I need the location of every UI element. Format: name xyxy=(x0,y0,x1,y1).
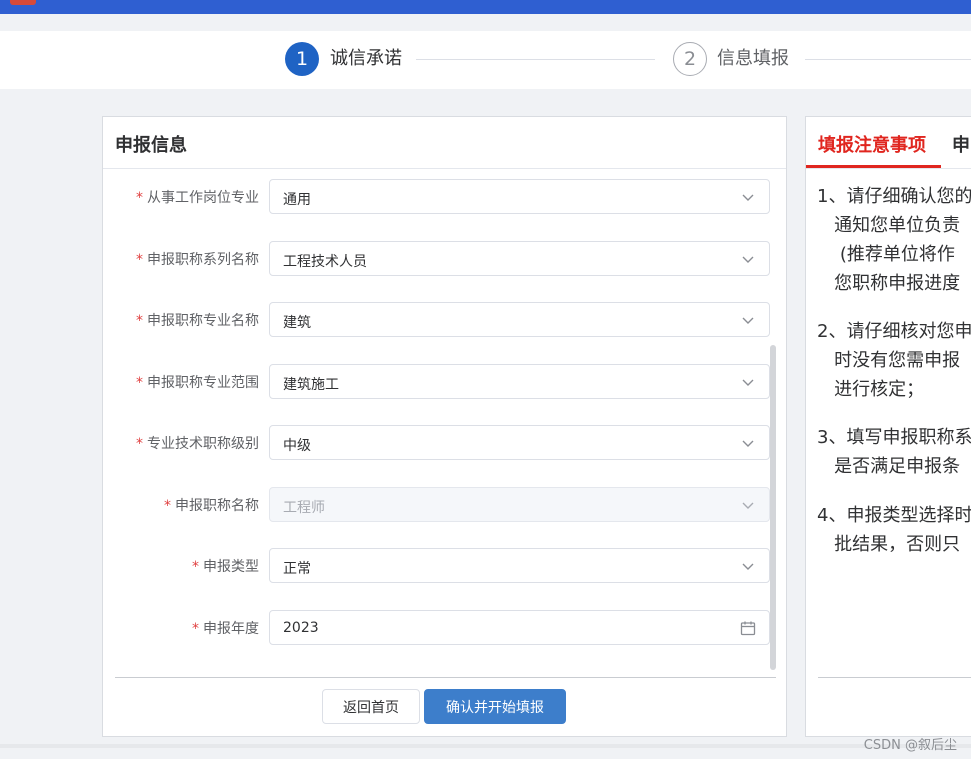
chevron-down-icon xyxy=(742,440,754,447)
field-declare-year: * 申报年度 2023 xyxy=(103,610,788,646)
notice-item-2: 2、请仔细核对您申 时没有您需申报 进行核定； xyxy=(817,321,971,400)
required-mark: * xyxy=(136,375,143,391)
required-mark: * xyxy=(192,559,199,575)
select-value: 建筑施工 xyxy=(283,377,339,393)
label-text: 专业技术职称级别 xyxy=(147,436,259,452)
label-text: 申报职称名称 xyxy=(175,498,259,514)
field-title-level: * 专业技术职称级别 中级 xyxy=(103,425,788,461)
label-text: 申报职称专业范围 xyxy=(147,375,259,391)
step-2-label: 信息填报 xyxy=(717,48,789,69)
title-scope-select[interactable]: 建筑施工 xyxy=(269,364,770,399)
field-title-major: * 申报职称专业名称 建筑 xyxy=(103,302,788,338)
select-value: 中级 xyxy=(283,438,311,454)
required-mark: * xyxy=(136,436,143,452)
step-2-circle: 2 xyxy=(673,42,707,76)
declaration-info-panel: 申报信息 * 从事工作岗位专业 通用 * 申报职称系列名称 工程技术人员 * 申报职称… xyxy=(102,116,787,737)
declare-year-picker[interactable]: 2023 xyxy=(269,610,770,645)
label-text: 申报类型 xyxy=(203,559,259,575)
title-major-select[interactable]: 建筑 xyxy=(269,302,770,337)
tab-notice[interactable]: 填报注意事项 xyxy=(818,131,926,157)
label-text: 申报年度 xyxy=(203,621,259,637)
watermark: CSDN @叙后尘 xyxy=(863,738,957,753)
chevron-down-icon xyxy=(742,502,754,509)
panel-title: 申报信息 xyxy=(115,135,187,156)
notice-item-3: 3、填写申报职称系 是否满足申报条 xyxy=(817,427,971,477)
chevron-down-icon xyxy=(742,379,754,386)
footer-divider xyxy=(115,677,776,678)
select-value: 工程技术人员 xyxy=(283,254,367,270)
field-label: * 申报年度 xyxy=(192,618,259,638)
select-value: 2023 xyxy=(283,620,319,636)
field-label: * 申报职称系列名称 xyxy=(136,249,259,269)
chevron-down-icon xyxy=(742,256,754,263)
field-work-major: * 从事工作岗位专业 通用 xyxy=(103,179,788,215)
notice-item-4: 4、申报类型选择时 批结果，否则只 xyxy=(817,505,971,555)
step-1-circle: 1 xyxy=(285,42,319,76)
field-title-series: * 申报职称系列名称 工程技术人员 xyxy=(103,241,788,277)
field-label: * 申报职称名称 xyxy=(164,495,259,515)
title-divider xyxy=(103,168,786,169)
field-label: * 专业技术职称级别 xyxy=(136,433,259,453)
required-mark: * xyxy=(192,621,199,637)
field-label: * 申报职称专业名称 xyxy=(136,310,259,330)
tab-second[interactable]: 申 xyxy=(952,131,970,157)
required-mark: * xyxy=(164,498,171,514)
notice-footer-divider xyxy=(818,677,971,678)
field-declare-type: * 申报类型 正常 xyxy=(103,548,788,584)
confirm-start-button[interactable]: 确认并开始填报 xyxy=(424,689,566,724)
select-value: 通用 xyxy=(283,192,311,208)
tab-divider xyxy=(806,168,971,169)
step-connector-2 xyxy=(805,59,971,60)
label-text: 申报职称专业名称 xyxy=(147,313,259,329)
required-mark: * xyxy=(136,313,143,329)
select-value: 正常 xyxy=(283,561,311,577)
field-label: * 申报类型 xyxy=(192,556,259,576)
calendar-icon xyxy=(740,621,756,636)
step-1-label: 诚信承诺 xyxy=(330,48,402,69)
top-header-bar xyxy=(0,0,971,14)
steps-bar: 1 诚信承诺 2 信息填报 xyxy=(0,31,971,89)
field-label: * 申报职称专业范围 xyxy=(136,372,259,392)
declare-type-select[interactable]: 正常 xyxy=(269,548,770,583)
select-value: 建筑 xyxy=(283,315,311,331)
title-name-select: 工程师 xyxy=(269,487,770,522)
select-value: 工程师 xyxy=(283,500,325,516)
label-text: 从事工作岗位专业 xyxy=(147,190,259,206)
chevron-down-icon xyxy=(742,317,754,324)
form-scrollbar[interactable] xyxy=(770,345,776,670)
label-text: 申报职称系列名称 xyxy=(147,252,259,268)
field-title-scope: * 申报职称专业范围 建筑施工 xyxy=(103,364,788,400)
back-home-button[interactable]: 返回首页 xyxy=(322,689,420,724)
notice-item-1: 1、请仔细确认您的 通知您单位负责 (推荐单位将作 您职称申报进度 xyxy=(817,186,971,294)
logo-fragment xyxy=(10,0,36,5)
notice-panel: 填报注意事项 申 1、请仔细确认您的 通知您单位负责 (推荐单位将作 您职称申报… xyxy=(805,116,971,737)
chevron-down-icon xyxy=(742,563,754,570)
chevron-down-icon xyxy=(742,194,754,201)
step-connector xyxy=(416,59,655,60)
title-series-select[interactable]: 工程技术人员 xyxy=(269,241,770,276)
field-label: * 从事工作岗位专业 xyxy=(136,187,259,207)
bottom-strip xyxy=(0,744,971,748)
title-level-select[interactable]: 中级 xyxy=(269,425,770,460)
field-title-name: * 申报职称名称 工程师 xyxy=(103,487,788,523)
work-major-select[interactable]: 通用 xyxy=(269,179,770,214)
required-mark: * xyxy=(136,190,143,206)
required-mark: * xyxy=(136,252,143,268)
